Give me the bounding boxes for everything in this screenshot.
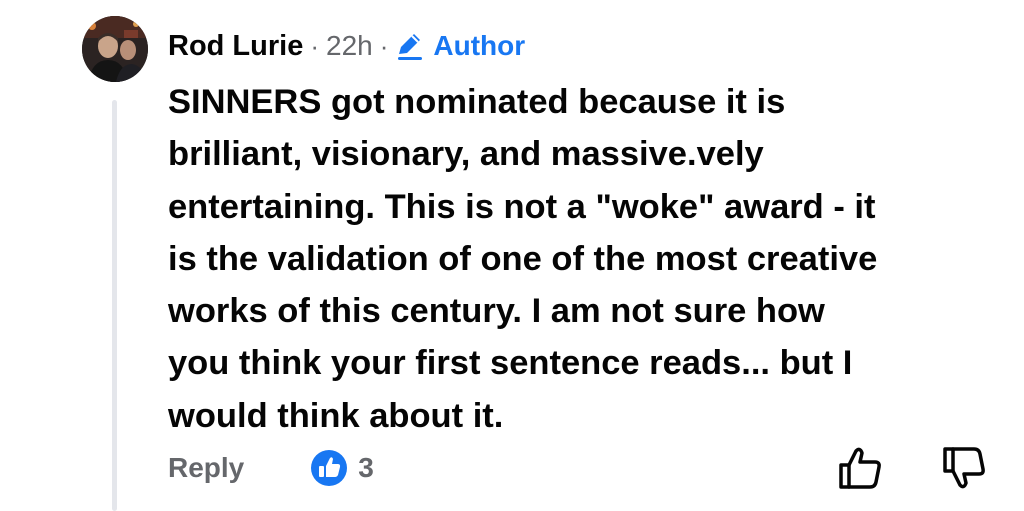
- reply-button[interactable]: Reply: [168, 452, 244, 484]
- badge-label: Author: [433, 30, 526, 61]
- thumbs-down-icon[interactable]: [940, 444, 988, 492]
- comment-text: SINNERS got nominated because it is bril…: [168, 83, 878, 435]
- like-reaction-icon: [311, 450, 348, 486]
- author-badge: Author: [395, 30, 525, 62]
- avatar[interactable]: [82, 16, 148, 82]
- separator: ·: [379, 30, 389, 61]
- timestamp[interactable]: 22h: [326, 30, 373, 62]
- separator: ·: [310, 30, 320, 61]
- thread-line: [112, 100, 117, 511]
- pencil-icon: [398, 34, 423, 60]
- reaction-summary[interactable]: 3: [310, 449, 374, 487]
- like-count: 3: [358, 452, 374, 483]
- author-name[interactable]: Rod Lurie: [168, 30, 303, 63]
- avatar-image: [82, 16, 148, 82]
- thumbs-up-icon[interactable]: [836, 444, 884, 492]
- comment-actions: Reply 3: [168, 446, 374, 490]
- comment-header: Rod Lurie · 22h · Author: [168, 26, 525, 66]
